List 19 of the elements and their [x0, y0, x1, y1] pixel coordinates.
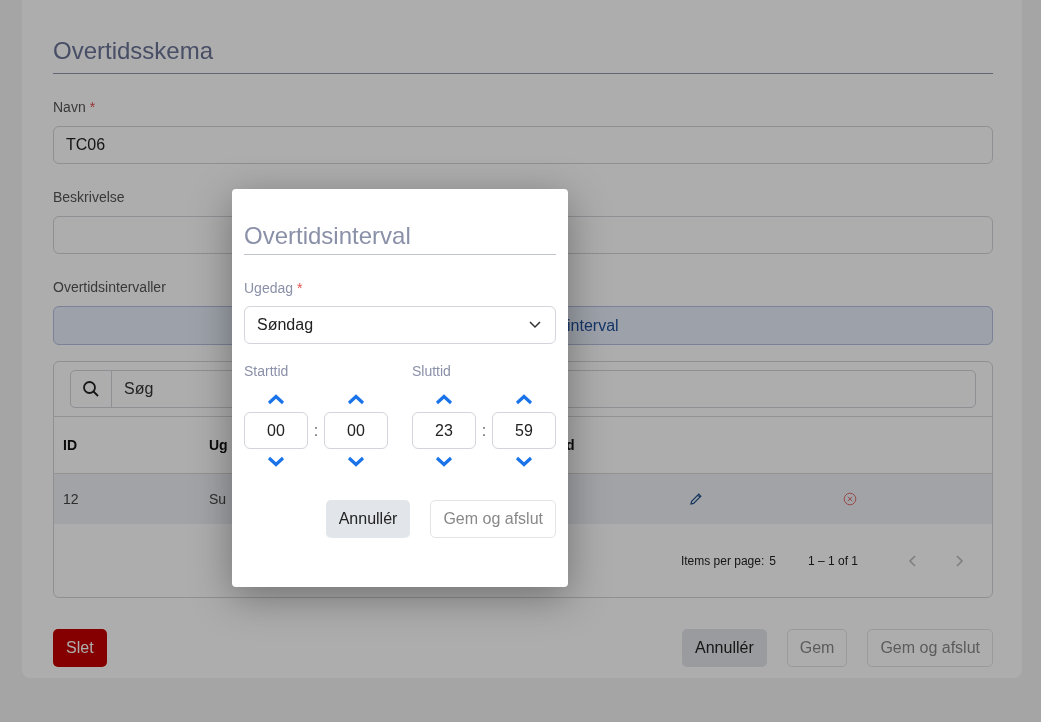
time-label: Sluttid — [412, 363, 452, 380]
page-range: 1 – 1 of 1 — [807, 553, 858, 568]
required-mark: * — [89, 99, 96, 115]
form-title: Overtidsskema — [53, 37, 993, 74]
column-header: ID — [63, 437, 77, 453]
table-cell: 12 — [63, 491, 79, 507]
search-placeholder: Søg — [123, 380, 155, 398]
column-header: Ug — [209, 437, 228, 453]
field-label: Beskrivelse — [53, 189, 125, 205]
dialog-title: Overtidsinterval — [244, 222, 556, 255]
time-separator: : — [480, 421, 488, 440]
time-label: Starttid — [244, 363, 290, 380]
field-label: Ugedag — [244, 280, 294, 296]
items-per-page-label: Items per page: — [680, 553, 765, 568]
time-separator: : — [312, 421, 320, 440]
field-label: Navn — [53, 99, 86, 115]
required-mark: * — [297, 280, 303, 296]
table-cell: Su — [209, 491, 227, 507]
field-label: Overtidsintervaller — [53, 279, 166, 295]
